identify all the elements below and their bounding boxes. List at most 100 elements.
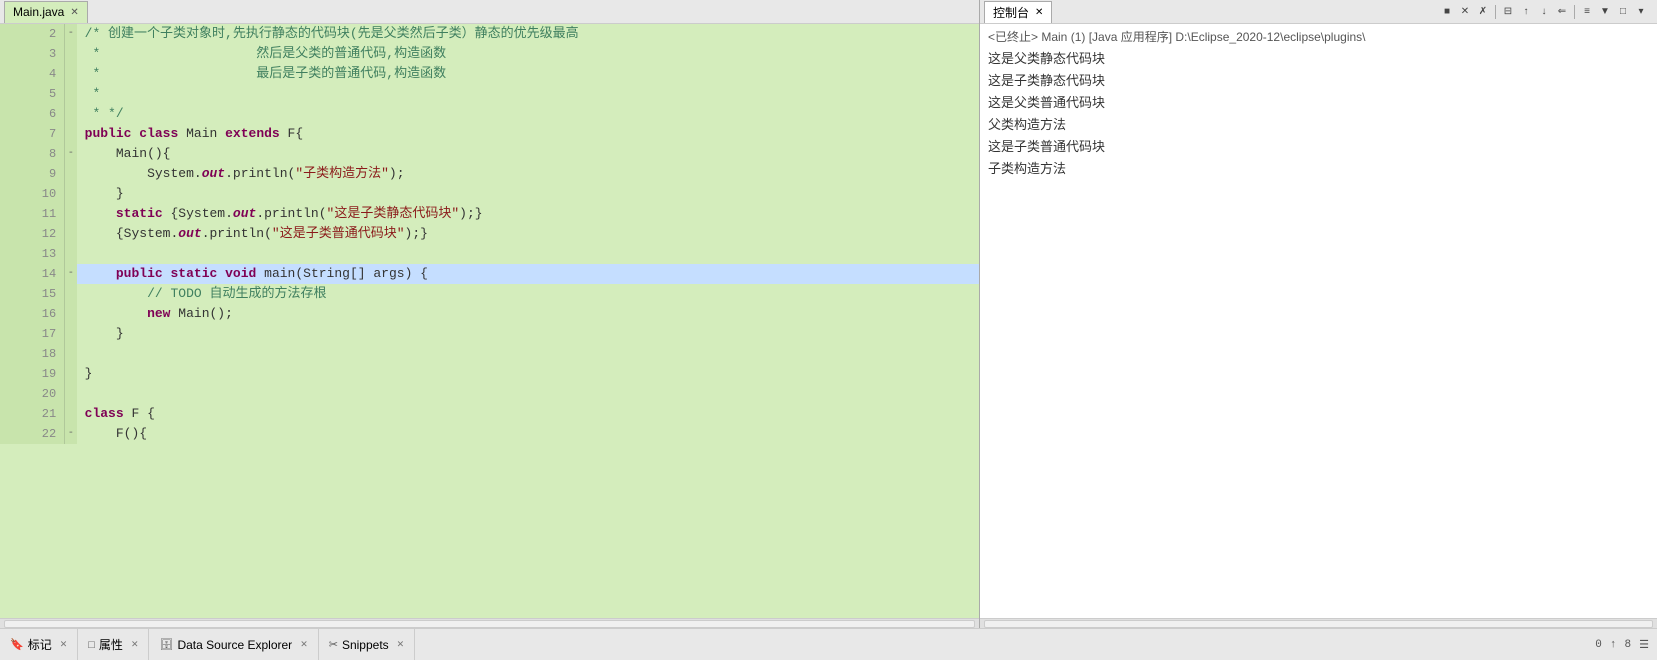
code-content bbox=[77, 244, 979, 264]
console-header: <已终止> Main (1) [Java 应用程序] D:\Eclipse_20… bbox=[988, 28, 1649, 45]
console-pin-icon[interactable]: ⇐ bbox=[1554, 4, 1570, 20]
code-line-8: 8- Main(){ bbox=[0, 144, 979, 164]
code-content: // TODO 自动生成的方法存根 bbox=[77, 284, 979, 304]
markers-close-icon[interactable]: ✕ bbox=[60, 639, 68, 650]
code-content: * bbox=[77, 84, 979, 104]
code-line-19: 19} bbox=[0, 364, 979, 384]
console-dropdown-icon[interactable]: ▼ bbox=[1597, 4, 1613, 20]
line-number: 18 bbox=[0, 344, 65, 364]
code-content: public static void main(String[] args) { bbox=[77, 264, 979, 284]
code-line-7: 7public class Main extends F{ bbox=[0, 124, 979, 144]
console-tab-label: 控制台 bbox=[993, 4, 1029, 21]
fold-indicator[interactable]: - bbox=[65, 424, 77, 444]
code-line-11: 11 static {System.out.println("这是子类静态代码块… bbox=[0, 204, 979, 224]
fold-indicator bbox=[65, 64, 77, 84]
fold-indicator[interactable]: - bbox=[65, 144, 77, 164]
line-number: 4 bbox=[0, 64, 65, 84]
console-content[interactable]: <已终止> Main (1) [Java 应用程序] D:\Eclipse_20… bbox=[980, 24, 1657, 618]
code-line-14: 14- public static void main(String[] arg… bbox=[0, 264, 979, 284]
line-number: 12 bbox=[0, 224, 65, 244]
code-content: /* 创建一个子类对象时,先执行静态的代码块(先是父类然后子类）静态的优先级最高 bbox=[77, 24, 979, 44]
console-maximize-icon[interactable]: □ bbox=[1615, 4, 1631, 20]
snippets-close-icon[interactable]: ✕ bbox=[397, 639, 405, 650]
console-toolbar: ■ ✕ ✗ ⊟ ↑ ↓ ⇐ ≡ ▼ □ ▾ bbox=[1439, 4, 1653, 20]
properties-close-icon[interactable]: ✕ bbox=[131, 639, 139, 650]
code-line-13: 13 bbox=[0, 244, 979, 264]
line-number: 9 bbox=[0, 164, 65, 184]
console-scroll-down-icon[interactable]: ↓ bbox=[1536, 4, 1552, 20]
console-hscrollbar-area bbox=[980, 618, 1657, 628]
line-number: 5 bbox=[0, 84, 65, 104]
console-menu-icon[interactable]: ≡ bbox=[1579, 4, 1595, 20]
code-table: 2-/* 创建一个子类对象时,先执行静态的代码块(先是父类然后子类）静态的优先级… bbox=[0, 24, 979, 444]
code-line-16: 16 new Main(); bbox=[0, 304, 979, 324]
editor-tab-label: Main.java bbox=[13, 5, 64, 19]
line-number: 7 bbox=[0, 124, 65, 144]
bottom-tab-properties[interactable]: □ 属性 ✕ bbox=[78, 629, 149, 660]
code-line-4: 4 * 最后是子类的普通代码,构造函数 bbox=[0, 64, 979, 84]
fold-indicator[interactable]: - bbox=[65, 264, 77, 284]
datasource-close-icon[interactable]: ✕ bbox=[300, 639, 308, 650]
console-tab[interactable]: 控制台 ✕ bbox=[984, 1, 1052, 23]
editor-pane: Main.java ✕ 2-/* 创建一个子类对象时,先执行静态的代码块(先是父… bbox=[0, 0, 980, 628]
code-line-20: 20 bbox=[0, 384, 979, 404]
bottom-tab-datasource[interactable]: 🗄 Data Source Explorer ✕ bbox=[149, 629, 318, 660]
line-number: 15 bbox=[0, 284, 65, 304]
bottom-tab-snippets[interactable]: ✂ Snippets ✕ bbox=[319, 629, 415, 660]
console-scroll-up-icon[interactable]: ↑ bbox=[1518, 4, 1534, 20]
status-lines-icon: ☰ bbox=[1639, 638, 1649, 652]
code-content: } bbox=[77, 364, 979, 384]
bottom-right-status: 0 ↑ 8 ☰ bbox=[1587, 629, 1657, 660]
snippets-tab-label: Snippets bbox=[342, 638, 389, 652]
code-line-17: 17 } bbox=[0, 324, 979, 344]
console-line: 这是子类静态代码块 bbox=[988, 71, 1649, 93]
status-num1: 8 bbox=[1625, 639, 1632, 651]
console-line: 这是父类静态代码块 bbox=[988, 49, 1649, 71]
fold-indicator bbox=[65, 164, 77, 184]
fold-indicator bbox=[65, 284, 77, 304]
snippets-icon: ✂ bbox=[329, 638, 338, 651]
console-clear-icon[interactable]: ✗ bbox=[1475, 4, 1491, 20]
code-content: } bbox=[77, 184, 979, 204]
code-content: } bbox=[77, 324, 979, 344]
code-content: class F { bbox=[77, 404, 979, 424]
code-line-3: 3 * 然后是父类的普通代码,构造函数 bbox=[0, 44, 979, 64]
editor-hscrollbar-area bbox=[0, 618, 979, 628]
properties-tab-label: 属性 bbox=[99, 636, 123, 653]
fold-indicator bbox=[65, 384, 77, 404]
markers-icon: 🔖 bbox=[10, 638, 24, 651]
code-line-6: 6 * */ bbox=[0, 104, 979, 124]
code-line-21: 21 class F { bbox=[0, 404, 979, 424]
line-number: 11 bbox=[0, 204, 65, 224]
fold-indicator bbox=[65, 304, 77, 324]
code-line-2: 2-/* 创建一个子类对象时,先执行静态的代码块(先是父类然后子类）静态的优先级… bbox=[0, 24, 979, 44]
console-line: 这是父类普通代码块 bbox=[988, 93, 1649, 115]
console-close-icon[interactable]: ✕ bbox=[1035, 7, 1043, 18]
editor-tab-main-java[interactable]: Main.java ✕ bbox=[4, 1, 88, 23]
console-hscrollbar[interactable] bbox=[984, 620, 1653, 628]
console-tab-bar: 控制台 ✕ ■ ✕ ✗ ⊟ ↑ ↓ ⇐ ≡ ▼ □ ▾ bbox=[980, 0, 1657, 24]
console-stop-icon[interactable]: ■ bbox=[1439, 4, 1455, 20]
datasource-icon: 🗄 bbox=[159, 638, 173, 651]
fold-indicator bbox=[65, 184, 77, 204]
console-scroll-lock-icon[interactable]: ⊟ bbox=[1500, 4, 1516, 20]
console-terminate-icon[interactable]: ✕ bbox=[1457, 4, 1473, 20]
console-line: 父类构造方法 bbox=[988, 115, 1649, 137]
code-content: static {System.out.println("这是子类静态代码块");… bbox=[77, 204, 979, 224]
console-minimize-icon[interactable]: ▾ bbox=[1633, 4, 1649, 20]
code-line-22: 22- F(){ bbox=[0, 424, 979, 444]
close-icon[interactable]: ✕ bbox=[70, 7, 78, 18]
fold-indicator bbox=[65, 204, 77, 224]
line-number: 6 bbox=[0, 104, 65, 124]
line-number: 19 bbox=[0, 364, 65, 384]
fold-indicator[interactable]: - bbox=[65, 24, 77, 44]
editor-hscrollbar[interactable] bbox=[4, 620, 975, 628]
line-number: 14 bbox=[0, 264, 65, 284]
code-content: F(){ bbox=[77, 424, 979, 444]
code-content bbox=[77, 384, 979, 404]
line-number: 21 bbox=[0, 404, 65, 424]
code-content: * 然后是父类的普通代码,构造函数 bbox=[77, 44, 979, 64]
bottom-tab-markers[interactable]: 🔖 标记 ✕ bbox=[0, 629, 78, 660]
code-area[interactable]: 2-/* 创建一个子类对象时,先执行静态的代码块(先是父类然后子类）静态的优先级… bbox=[0, 24, 979, 618]
line-number: 20 bbox=[0, 384, 65, 404]
